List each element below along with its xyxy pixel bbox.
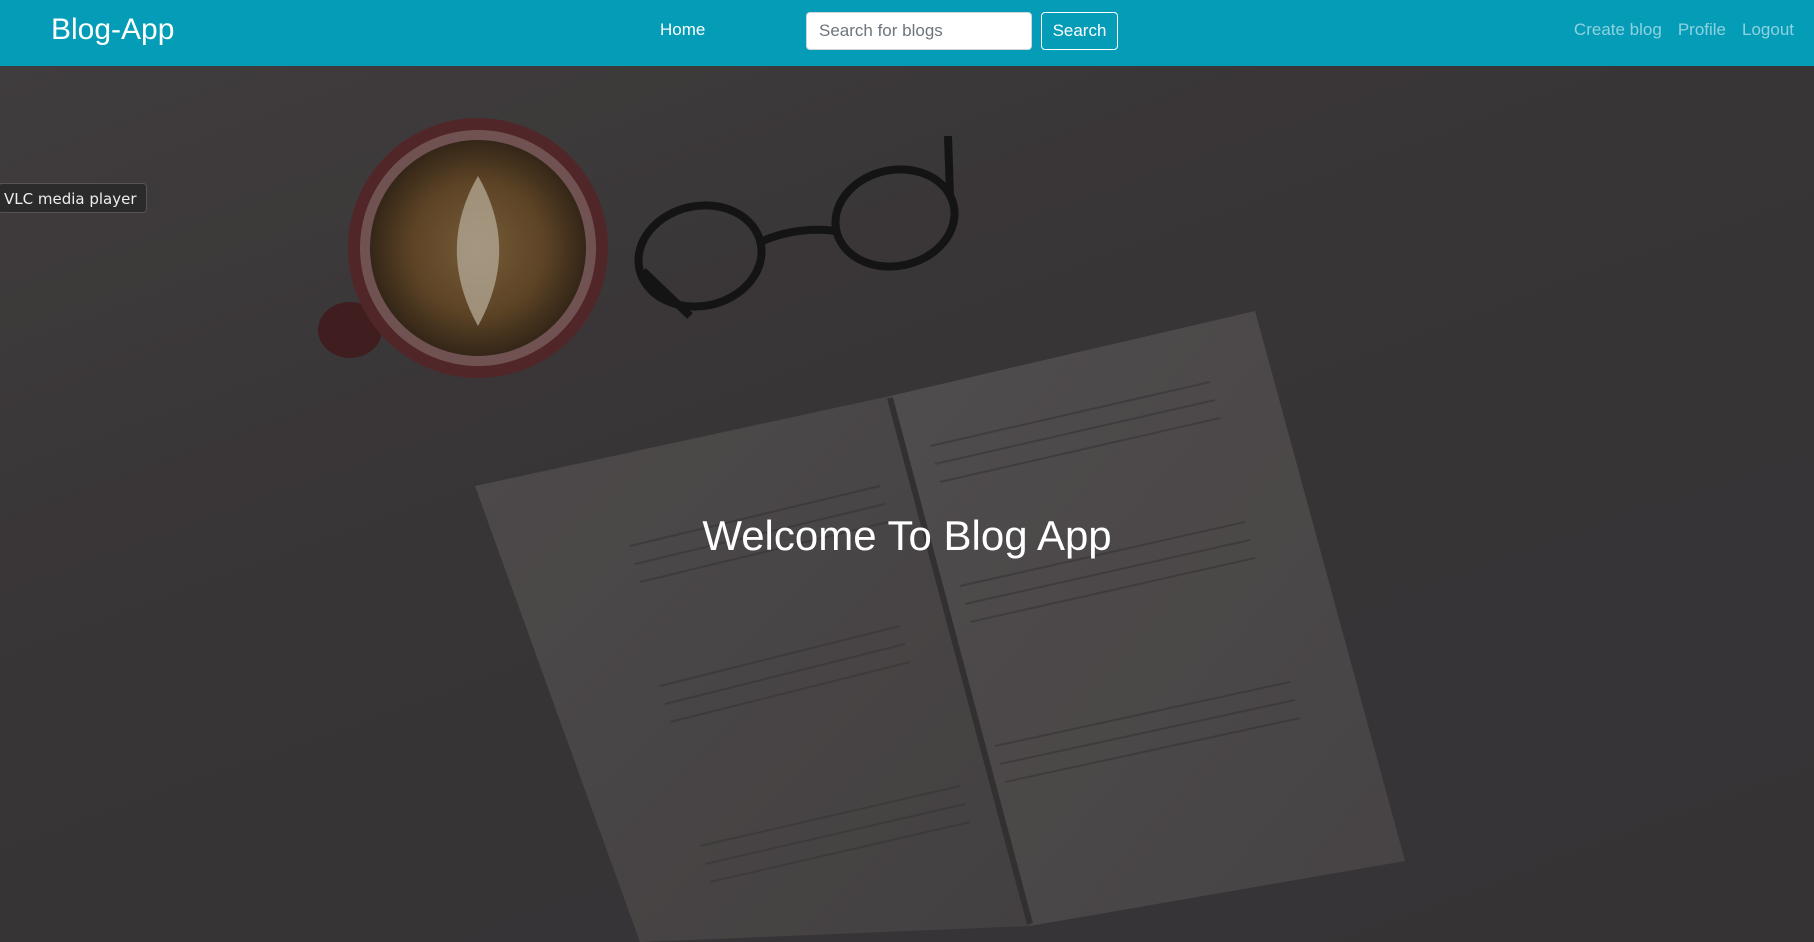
hero-dark-overlay — [0, 66, 1814, 942]
hero-title: Welcome To Blog App — [702, 512, 1112, 559]
hero-banner: Welcome To Blog App — [0, 66, 1814, 942]
nav-create-blog-link[interactable]: Create blog — [1574, 20, 1662, 40]
nav-logout-link[interactable]: Logout — [1742, 20, 1794, 40]
brand-logo[interactable]: Blog-App — [51, 13, 174, 47]
taskbar-tooltip: VLC media player — [0, 183, 147, 213]
nav-profile-link[interactable]: Profile — [1678, 20, 1726, 40]
search-input[interactable] — [806, 12, 1032, 50]
top-navbar: Blog-App Home Search Create blog Profile… — [0, 0, 1814, 66]
nav-home-link[interactable]: Home — [660, 20, 705, 40]
user-nav: Create blog Profile Logout — [1574, 20, 1794, 40]
search-button[interactable]: Search — [1041, 12, 1118, 50]
